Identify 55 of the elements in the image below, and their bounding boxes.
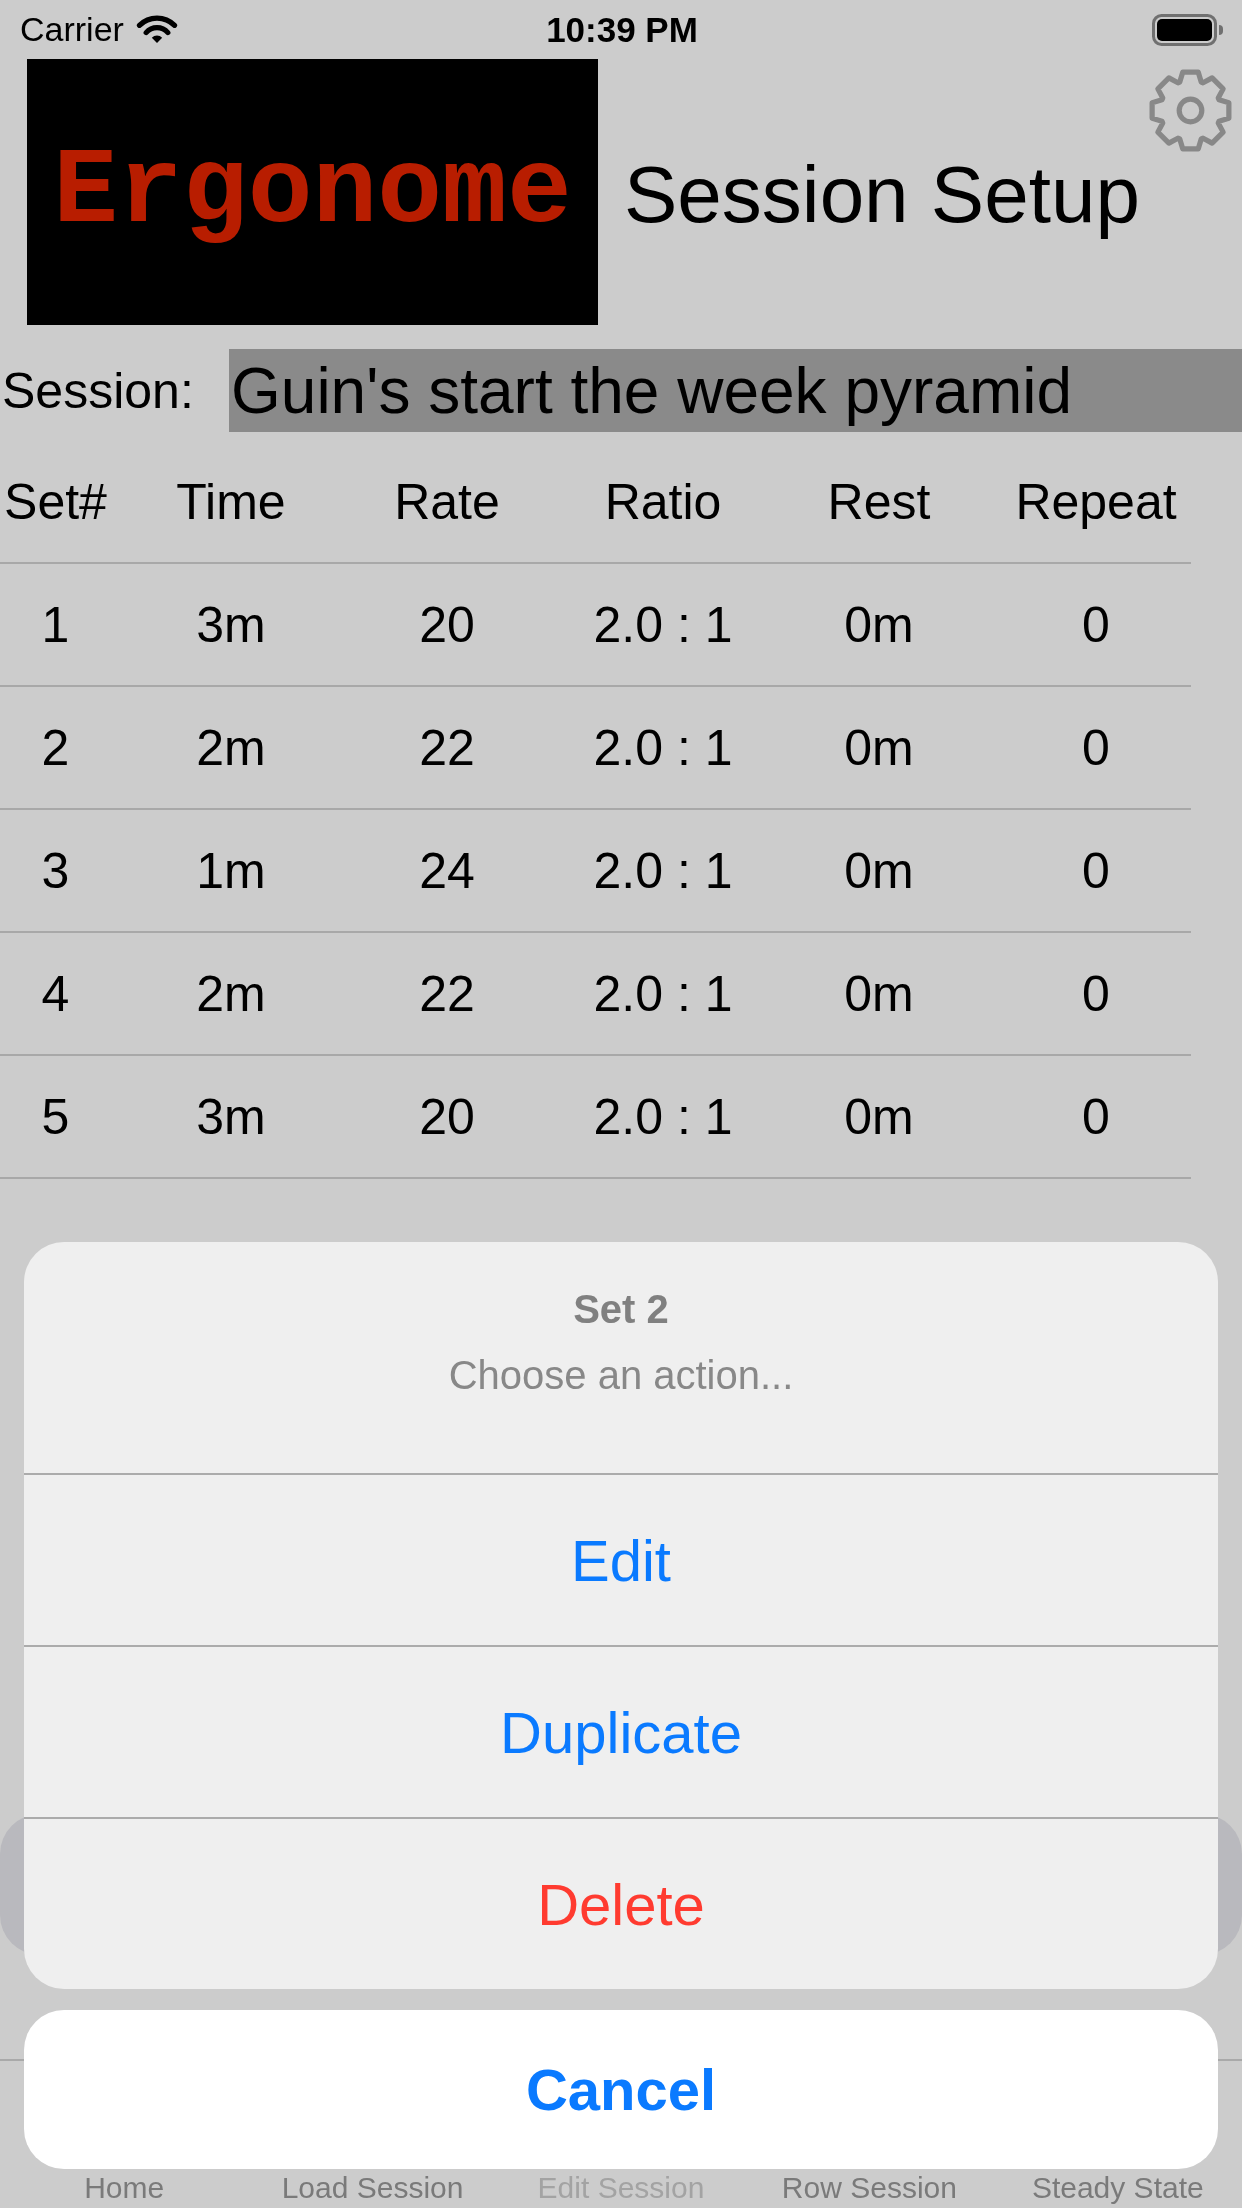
action-button[interactable]: Duplicate [24,1645,1218,1817]
sheet-title: Set 2 [573,1286,669,1333]
session-field[interactable]: Guin's start the week pyramid [229,349,1242,432]
table-cell: 1 [41,595,70,654]
table-cell: 20 [419,595,475,654]
table-cell: 22 [419,964,475,1023]
column-header: Set# [4,472,107,531]
table-cell: 4 [41,964,70,1023]
table-cell: 0m [844,841,914,900]
column-header: Repeat [1015,472,1177,531]
table-cell: 0 [1082,1087,1110,1146]
table-cell: 24 [419,841,475,900]
table-cell: 2.0 : 1 [593,1087,733,1146]
table-cell: 22 [419,718,475,777]
session-label: Session: [1,361,195,420]
column-header: Rest [827,472,931,531]
app-logo: Ergonome [27,59,598,325]
action-button[interactable]: Delete [24,1817,1218,1989]
tab-item[interactable]: Load Session [281,2172,464,2204]
table-cell: 2.0 : 1 [593,718,733,777]
table-cell: 1m [196,841,266,900]
clock-time: 10:39 PM [546,9,698,50]
table-cell: 3m [196,595,266,654]
column-header: Time [176,472,286,531]
table-cell: 0m [844,595,914,654]
table-cell: 2m [196,718,266,777]
table-cell: 3 [41,841,70,900]
carrier-label: Carrier [20,10,124,49]
table-cell: 5 [41,1087,70,1146]
table-cell: 0 [1082,964,1110,1023]
table-cell: 2m [196,964,266,1023]
table-cell: 0 [1082,718,1110,777]
table-cell: 2.0 : 1 [593,964,733,1023]
table-cell: 20 [419,1087,475,1146]
table-cell: 2 [41,718,70,777]
action-button[interactable]: Edit [24,1473,1218,1645]
tab-item[interactable]: Steady State [1031,2172,1204,2204]
table-cell: 3m [196,1087,266,1146]
page-title: Session Setup [624,149,1140,241]
table-cell: 0 [1082,595,1110,654]
wifi-icon [135,14,178,45]
table-cell: 0m [844,1087,914,1146]
table-cell: 0m [844,718,914,777]
tab-item[interactable]: Home [84,2172,165,2204]
table-cell: 2.0 : 1 [593,841,733,900]
sheet-message: Choose an action... [448,1352,794,1399]
battery-icon [1152,13,1224,46]
table-cell: 0 [1082,841,1110,900]
column-header: Ratio [604,472,722,531]
settings-icon[interactable] [1147,67,1234,154]
tab-item[interactable]: Row Session [781,2172,957,2204]
table-cell: 2.0 : 1 [593,595,733,654]
cancel-button[interactable]: Cancel [24,2010,1218,2169]
table-cell: 0m [844,964,914,1023]
column-header: Rate [394,472,500,531]
